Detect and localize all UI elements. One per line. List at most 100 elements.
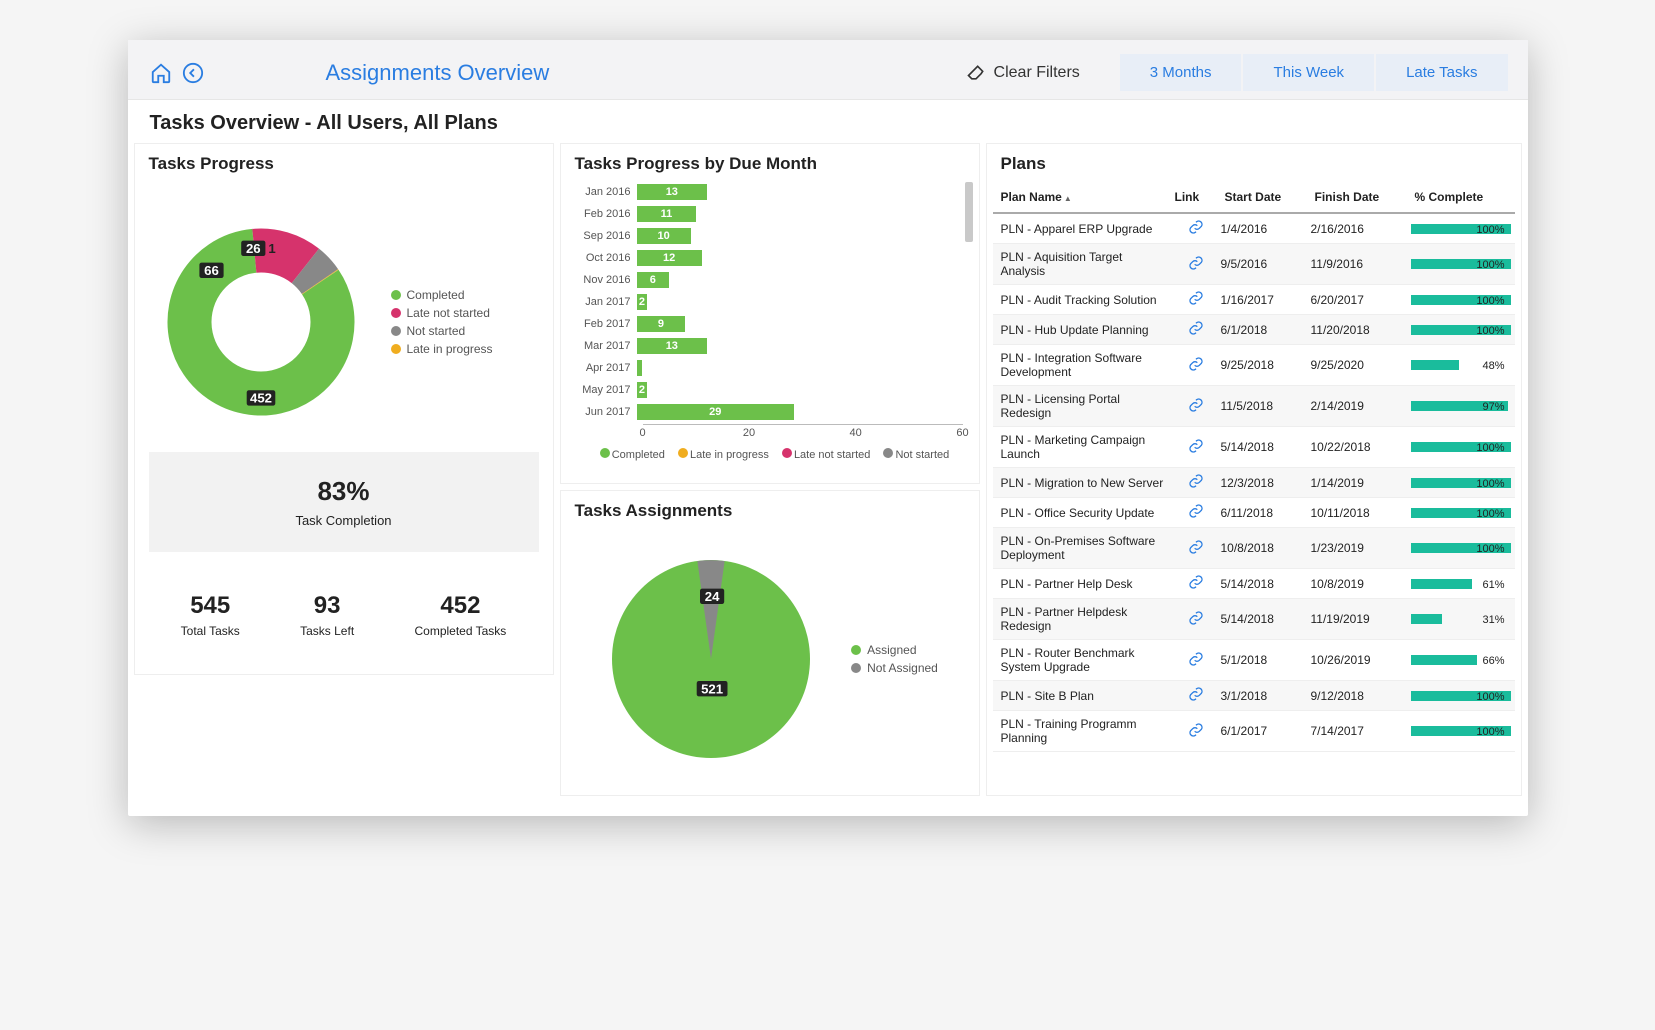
start-date-cell: 11/5/2018 <box>1221 399 1311 413</box>
col-plan-name[interactable]: Plan Name▲ <box>997 188 1171 206</box>
svg-text:66: 66 <box>204 263 219 278</box>
start-date-cell: 6/11/2018 <box>1221 506 1311 520</box>
table-row[interactable]: PLN - Training Programm Planning6/1/2017… <box>993 711 1515 752</box>
table-row[interactable]: PLN - Integration Software Development9/… <box>993 345 1515 386</box>
bar-fill: 9 <box>637 316 686 332</box>
table-row[interactable]: PLN - Marketing Campaign Launch5/14/2018… <box>993 427 1515 468</box>
card-title-by-month: Tasks Progress by Due Month <box>567 150 973 182</box>
filter-tab-thisweek[interactable]: This Week <box>1243 54 1374 91</box>
plan-link-icon[interactable] <box>1171 290 1221 309</box>
plans-table-body: PLN - Apparel ERP Upgrade1/4/20162/16/20… <box>993 214 1515 752</box>
bar-track: 12 <box>637 250 963 266</box>
bar-chart[interactable]: Jan 201613Feb 201611Sep 201610Oct 201612… <box>567 182 973 477</box>
plan-link-icon[interactable] <box>1171 574 1221 593</box>
bar-label: Jan 2017 <box>577 296 637 308</box>
table-row[interactable]: PLN - Hub Update Planning6/1/201811/20/2… <box>993 315 1515 345</box>
legend-not-assigned[interactable]: Not Assigned <box>851 661 938 675</box>
plan-name-cell: PLN - Aquisition Target Analysis <box>997 248 1171 280</box>
svg-text:26: 26 <box>245 241 260 256</box>
donut-svg[interactable]: 452 66 26 1 <box>151 212 371 432</box>
col-tasks-progress: Tasks Progress 452 66 <box>134 143 554 796</box>
col-middle: Tasks Progress by Due Month Jan 201613Fe… <box>560 143 980 796</box>
table-row[interactable]: PLN - On-Premises Software Deployment10/… <box>993 528 1515 569</box>
plan-name-cell: PLN - Hub Update Planning <box>997 321 1171 339</box>
bar-track: 13 <box>637 338 963 354</box>
bar-fill: 2 <box>637 382 648 398</box>
legend-late-not-started[interactable]: Late not started <box>391 306 493 320</box>
legend-not-started[interactable]: Not started <box>391 324 493 338</box>
table-row[interactable]: PLN - Audit Tracking Solution1/16/20176/… <box>993 285 1515 315</box>
col-start[interactable]: Start Date <box>1221 188 1311 206</box>
pct-complete-cell: 66% <box>1411 653 1511 667</box>
plan-link-icon[interactable] <box>1171 473 1221 492</box>
table-row[interactable]: PLN - Migration to New Server12/3/20181/… <box>993 468 1515 498</box>
plan-name-cell: PLN - Router Benchmark System Upgrade <box>997 644 1171 676</box>
bar-row[interactable]: Feb 20179 <box>577 314 963 334</box>
bar-row[interactable]: Mar 201713 <box>577 336 963 356</box>
sort-asc-icon: ▲ <box>1064 194 1072 203</box>
breadcrumb[interactable]: Assignments Overview <box>326 60 966 86</box>
bar-row[interactable]: Oct 201612 <box>577 248 963 268</box>
col-link[interactable]: Link <box>1171 188 1221 206</box>
table-row[interactable]: PLN - Aquisition Target Analysis9/5/2016… <box>993 244 1515 285</box>
svg-text:521: 521 <box>701 681 723 696</box>
bar-row[interactable]: Jan 201613 <box>577 182 963 202</box>
start-date-cell: 5/14/2018 <box>1221 612 1311 626</box>
pie-chart[interactable]: 24 521 Assigned Not Assigned <box>567 529 973 789</box>
home-icon[interactable] <box>148 60 174 86</box>
table-row[interactable]: PLN - Site B Plan3/1/20189/12/2018100% <box>993 681 1515 711</box>
plan-link-icon[interactable] <box>1171 539 1221 558</box>
plan-link-icon[interactable] <box>1171 356 1221 375</box>
bar-row[interactable]: Feb 201611 <box>577 204 963 224</box>
kpi-completion-pct: 83% <box>159 476 529 507</box>
table-row[interactable]: PLN - Licensing Portal Redesign 11/5/2018… <box>993 386 1515 427</box>
bar-row[interactable]: Jun 201729 <box>577 402 963 422</box>
finish-date-cell: 9/25/2020 <box>1311 358 1411 372</box>
kpi-completion: 83% Task Completion <box>149 452 539 552</box>
pct-complete-cell: 61% <box>1411 577 1511 591</box>
back-icon[interactable] <box>180 60 206 86</box>
legend-completed[interactable]: Completed <box>391 288 493 302</box>
table-row[interactable]: PLN - Partner Help Desk5/14/201810/8/201… <box>993 569 1515 599</box>
bar-row[interactable]: Nov 20166 <box>577 270 963 290</box>
table-row[interactable]: PLN - Office Security Update6/11/201810/… <box>993 498 1515 528</box>
card-title-plans: Plans <box>993 150 1515 182</box>
legend-assigned[interactable]: Assigned <box>851 643 938 657</box>
bar-fill: 6 <box>637 272 670 288</box>
plan-link-icon[interactable] <box>1171 219 1221 238</box>
plan-link-icon[interactable] <box>1171 722 1221 741</box>
filter-tab-late[interactable]: Late Tasks <box>1376 54 1507 91</box>
plan-link-icon[interactable] <box>1171 503 1221 522</box>
bar-track: 11 <box>637 206 963 222</box>
plan-link-icon[interactable] <box>1171 651 1221 670</box>
bar-row[interactable]: Apr 2017 <box>577 358 963 378</box>
filter-tab-3months[interactable]: 3 Months <box>1120 54 1242 91</box>
plan-link-icon[interactable] <box>1171 397 1221 416</box>
plan-link-icon[interactable] <box>1171 320 1221 339</box>
bar-row[interactable]: May 20172 <box>577 380 963 400</box>
plan-name-cell: PLN - Licensing Portal Redesign <box>997 390 1171 422</box>
clear-filters-label: Clear Filters <box>994 64 1080 82</box>
bar-row[interactable]: Sep 201610 <box>577 226 963 246</box>
start-date-cell: 12/3/2018 <box>1221 476 1311 490</box>
plan-link-icon[interactable] <box>1171 686 1221 705</box>
table-row[interactable]: PLN - Apparel ERP Upgrade1/4/20162/16/20… <box>993 214 1515 244</box>
col-finish[interactable]: Finish Date <box>1311 188 1411 206</box>
bar-row[interactable]: Jan 20172 <box>577 292 963 312</box>
start-date-cell: 10/8/2018 <box>1221 541 1311 555</box>
plan-link-icon[interactable] <box>1171 610 1221 629</box>
table-row[interactable]: PLN - Router Benchmark System Upgrade5/1… <box>993 640 1515 681</box>
table-row[interactable]: PLN - Partner Helpdesk Redesign5/14/2018… <box>993 599 1515 640</box>
plan-link-icon[interactable] <box>1171 255 1221 274</box>
plan-name-cell: PLN - Partner Help Desk <box>997 575 1171 593</box>
col-pct[interactable]: % Complete <box>1411 188 1511 206</box>
plan-link-icon[interactable] <box>1171 438 1221 457</box>
bar-fill: 29 <box>637 404 795 420</box>
scrollbar[interactable] <box>965 182 973 242</box>
clear-filters-button[interactable]: Clear Filters <box>966 63 1080 83</box>
bar-fill: 10 <box>637 228 691 244</box>
bar-track: 13 <box>637 184 963 200</box>
kpi-totals: 545 Total Tasks 93 Tasks Left 452 Comple… <box>141 552 547 668</box>
legend-late-in-progress[interactable]: Late in progress <box>391 342 493 356</box>
pct-complete-cell: 100% <box>1411 323 1511 337</box>
